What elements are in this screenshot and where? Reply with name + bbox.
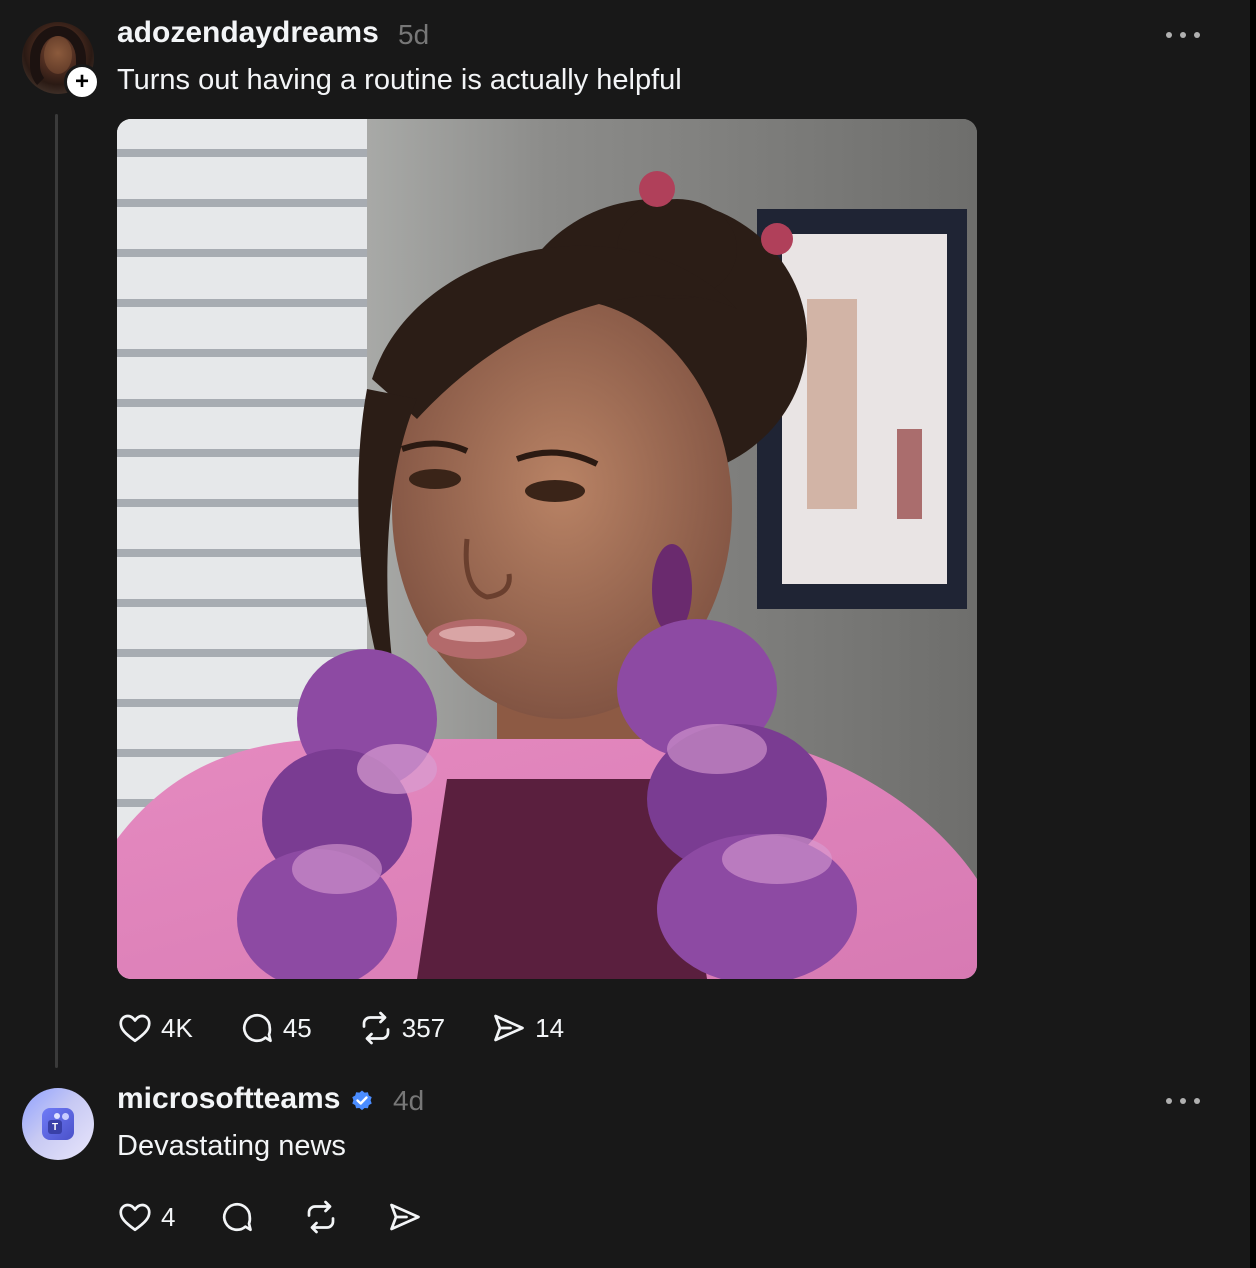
reply-button[interactable] <box>219 1199 255 1235</box>
heart-icon <box>119 1203 151 1232</box>
share-button[interactable]: 14 <box>491 1010 564 1046</box>
repost-count: 357 <box>401 1012 446 1043</box>
more-options-icon[interactable] <box>1166 1096 1200 1106</box>
post-text: Devastating news <box>117 1130 346 1162</box>
post-actions: 4 <box>117 1197 423 1237</box>
repost-button[interactable] <box>303 1199 339 1235</box>
window-edge <box>1250 0 1256 1268</box>
threads-feed: + adozendaydreams 5d Turns out having a … <box>0 0 1256 1268</box>
avatar-face <box>44 36 72 74</box>
reply-button[interactable]: 45 <box>239 1010 312 1046</box>
repost-icon <box>362 1011 390 1045</box>
like-count: 4K <box>161 1012 193 1043</box>
repost-icon <box>308 1200 335 1234</box>
post-actions: 4K 45 357 14 <box>117 1008 564 1048</box>
heart-icon <box>119 1014 151 1043</box>
microsoft-teams-logo-icon: T <box>42 1108 74 1140</box>
post-timestamp[interactable]: 5d <box>398 19 429 51</box>
share-button[interactable] <box>387 1199 423 1235</box>
like-button[interactable]: 4 <box>117 1199 175 1235</box>
verified-badge-icon <box>352 1090 372 1111</box>
avatar[interactable]: T <box>22 1088 94 1160</box>
more-options-icon[interactable] <box>1166 30 1200 40</box>
like-count: 4 <box>161 1201 176 1232</box>
comment-count: 45 <box>282 1012 312 1043</box>
comment-icon <box>223 1202 253 1232</box>
comment-icon <box>242 1013 272 1043</box>
post-image[interactable] <box>117 119 977 979</box>
repost-button[interactable]: 357 <box>358 1010 445 1046</box>
post-username[interactable]: adozendaydreams <box>117 16 379 50</box>
send-icon <box>390 1203 421 1231</box>
follow-plus-icon[interactable]: + <box>64 64 100 100</box>
post-timestamp[interactable]: 4d <box>393 1085 424 1117</box>
post-username[interactable]: microsoftteams <box>117 1082 340 1116</box>
post-text: Turns out having a routine is actually h… <box>117 64 682 96</box>
share-count: 14 <box>535 1012 565 1043</box>
post-photo <box>117 119 977 979</box>
like-button[interactable]: 4K <box>117 1010 193 1046</box>
thread-connector-line <box>55 114 58 1068</box>
send-icon <box>494 1014 524 1042</box>
